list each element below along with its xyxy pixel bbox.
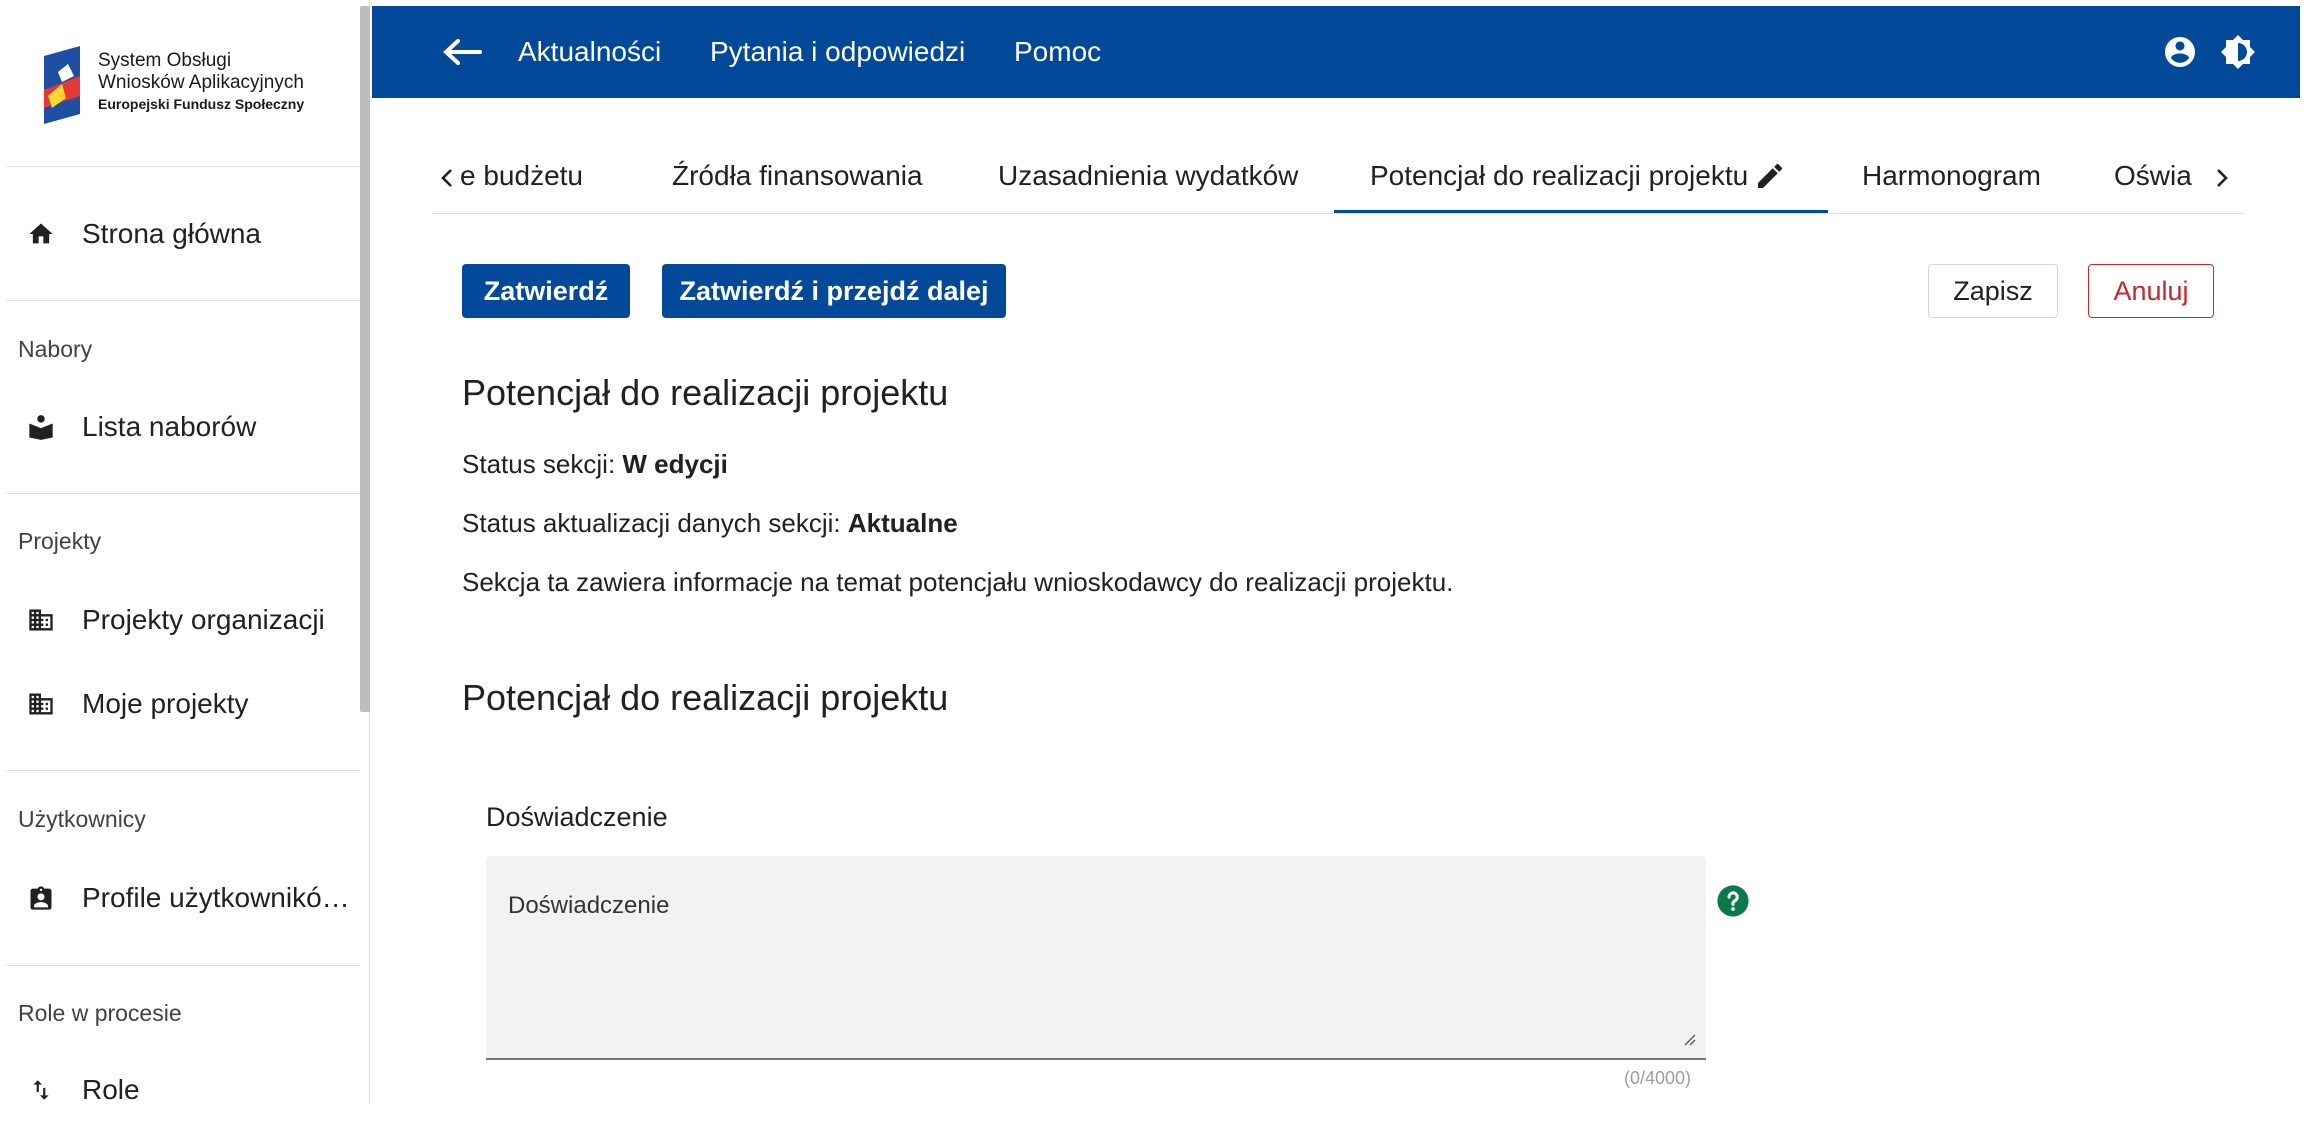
window-edge (2300, 0, 2310, 1104)
nav-link-news[interactable]: Aktualności (518, 36, 661, 68)
edit-pencil-icon (1758, 163, 1783, 188)
tab-declarations[interactable]: Oświa (2114, 160, 2192, 192)
experience-placeholder: Doświadczenie (508, 892, 670, 919)
active-tab-indicator (1334, 210, 1828, 213)
section-tabs: e budżetu Źródła finansowania Uzasadnien… (432, 148, 2244, 214)
sidebar-scrollbar[interactable] (360, 6, 370, 712)
experience-textarea[interactable]: Doświadczenie (486, 856, 1706, 1060)
sidebar-item-calls-list[interactable]: Lista naborów (0, 395, 358, 459)
section-description: Sekcja ta zawiera informacje na temat po… (462, 567, 1454, 597)
status-label: Status sekcji: (462, 449, 616, 479)
nav-link-faq[interactable]: Pytania i odpowiedzi (710, 36, 965, 68)
tab-schedule[interactable]: Harmonogram (1862, 160, 2041, 192)
sidebar: System Obsługi Wniosków Aplikacyjnych Eu… (0, 0, 370, 1105)
building-icon (26, 605, 56, 635)
subsection-title: Potencjał do realizacji projektu (462, 677, 949, 718)
swap-vert-icon (26, 1075, 56, 1105)
tabs-scroll-right[interactable] (2200, 160, 2244, 196)
save-button[interactable]: Zapisz (1928, 264, 2058, 318)
confirm-button[interactable]: Zatwierdź (462, 264, 630, 318)
sidebar-section-title: Role w procesie (18, 1000, 182, 1026)
tab-budget[interactable]: e budżetu (460, 160, 583, 192)
divider (6, 493, 360, 494)
character-counter: (0/4000) (1624, 1068, 1692, 1088)
home-icon (26, 219, 56, 249)
divider (6, 166, 360, 167)
app-name-line1: System Obsługi (98, 50, 232, 71)
tab-project-potential[interactable]: Potencjał do realizacji projektu (1370, 160, 1748, 192)
sidebar-item-label: Strona główna (82, 218, 262, 249)
sidebar-item-label: Moje projekty (82, 688, 249, 719)
sidebar-item-label: Projekty organizacji (82, 604, 325, 635)
sidebar-item-user-profiles[interactable]: Profile użytkownikó… (0, 866, 358, 930)
sidebar-item-label: Role (82, 1074, 140, 1105)
resize-grip-icon[interactable] (1682, 1032, 1696, 1046)
help-icon[interactable] (1716, 884, 1750, 918)
badge-icon (26, 883, 56, 913)
sidebar-item-label: Profile użytkownikó… (82, 882, 350, 913)
building-icon (26, 689, 56, 719)
sidebar-item-my-projects[interactable]: Moje projekty (0, 672, 358, 736)
brightness-icon[interactable] (2220, 34, 2256, 70)
eu-funds-logo (44, 46, 80, 124)
update-status-value: Aktualne (847, 508, 958, 538)
update-status-label: Status aktualizacji danych sekcji: (462, 508, 841, 538)
divider (6, 770, 360, 771)
app-name-line2: Wniosków Aplikacyjnych (98, 72, 304, 93)
divider (6, 965, 360, 966)
section-update-status: Status aktualizacji danych sekcji: Aktua… (462, 508, 958, 539)
sidebar-item-org-projects[interactable]: Projekty organizacji (0, 588, 358, 652)
app-name-line3: Europejski Fundusz Społeczny (98, 96, 305, 112)
section-title: Potencjał do realizacji projektu (462, 372, 949, 413)
account-circle-icon[interactable] (2162, 34, 2198, 70)
book-reader-icon (26, 412, 56, 442)
chevron-left-icon (441, 169, 452, 187)
back-arrow-icon[interactable] (442, 36, 482, 68)
sidebar-item-label: Lista naborów (82, 411, 257, 442)
tabs-scroll-left[interactable] (432, 160, 462, 196)
status-value: W edycji (622, 449, 728, 479)
divider (6, 300, 360, 301)
sidebar-section-title: Projekty (18, 528, 102, 554)
sidebar-section-title: Nabory (18, 336, 93, 362)
cancel-button[interactable]: Anuluj (2088, 264, 2214, 318)
tab-expense-justifications[interactable]: Uzasadnienia wydatków (998, 160, 1298, 192)
sidebar-item-home[interactable]: Strona główna (0, 202, 358, 266)
tab-financing-sources[interactable]: Źródła finansowania (672, 160, 923, 192)
chevron-right-icon (2217, 169, 2228, 187)
nav-link-help[interactable]: Pomoc (1014, 36, 1101, 68)
top-bar: Aktualności Pytania i odpowiedzi Pomoc (372, 6, 2300, 98)
experience-label: Doświadczenie (486, 802, 668, 832)
section-status: Status sekcji: W edycji (462, 449, 728, 480)
sidebar-item-roles[interactable]: Role (0, 1058, 358, 1122)
sidebar-section-title: Użytkownicy (18, 806, 146, 832)
app-name: System Obsługi Wniosków Aplikacyjnych Eu… (98, 50, 304, 114)
confirm-and-next-button[interactable]: Zatwierdź i przejdź dalej (662, 264, 1006, 318)
